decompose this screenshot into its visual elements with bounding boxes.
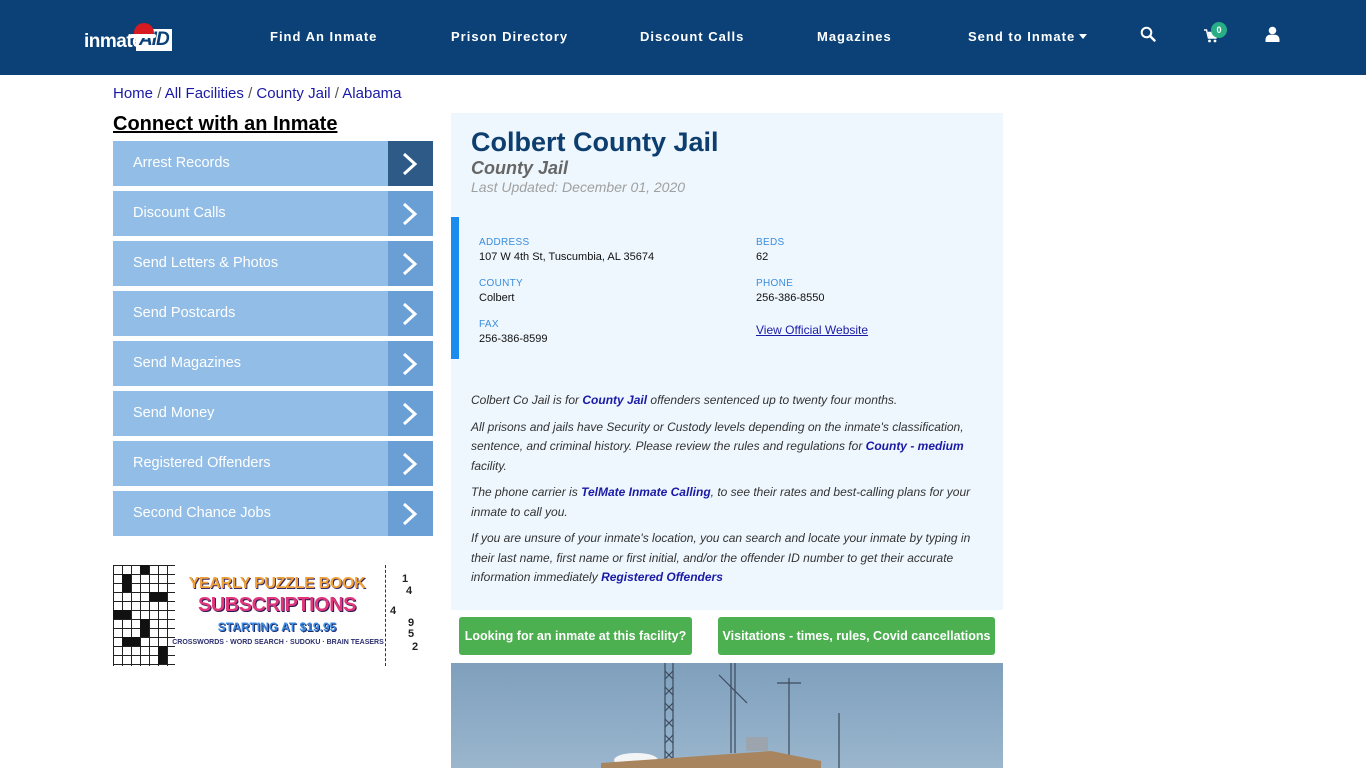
sidebar-item-label: Send Postcards bbox=[133, 305, 236, 321]
chevron-right-icon bbox=[388, 141, 433, 186]
facility-building-illustration bbox=[601, 663, 840, 768]
description-text: facility. bbox=[471, 458, 507, 473]
sidebar-item-label: Registered Offenders bbox=[133, 455, 271, 471]
phone-field: PHONE 256-386-8550 bbox=[756, 278, 825, 304]
sidebar-item-label: Arrest Records bbox=[133, 155, 230, 171]
cart-count-badge: 0 bbox=[1211, 22, 1227, 38]
county-jail-link[interactable]: County Jail bbox=[582, 393, 647, 407]
visitations-button[interactable]: Visitations - times, rules, Covid cancel… bbox=[718, 617, 995, 655]
nav-send-to-inmate[interactable]: Send to Inmate bbox=[968, 29, 1088, 44]
description-text: The phone carrier is bbox=[471, 485, 582, 499]
sudoku-grid-graphic: 1 4 4 9 5 2 bbox=[385, 565, 423, 666]
sidebar-item-send-magazines[interactable]: Send Magazines bbox=[113, 341, 433, 386]
sidebar-item-second-chance-jobs[interactable]: Second Chance Jobs bbox=[113, 491, 433, 536]
santa-hat-trim bbox=[130, 34, 156, 38]
fax-field: FAX 256-386-8599 bbox=[479, 319, 548, 345]
facility-details: ADDRESS 107 W 4th St, Tuscumbia, AL 3567… bbox=[451, 217, 1003, 359]
chevron-right-icon bbox=[388, 241, 433, 286]
breadcrumb-separator: / bbox=[157, 85, 165, 102]
chevron-right-icon bbox=[388, 441, 433, 486]
search-icon bbox=[1140, 26, 1156, 42]
nav-find-an-inmate[interactable]: Find An Inmate bbox=[270, 29, 377, 44]
puzzle-book-ad-banner[interactable]: YEARLY PUZZLE BOOK SUBSCRIPTIONS STARTIN… bbox=[113, 565, 423, 666]
sidebar-item-label: Second Chance Jobs bbox=[133, 505, 271, 521]
official-website-link[interactable]: View Official Website bbox=[756, 323, 868, 337]
last-updated: Last Updated: December 01, 2020 bbox=[471, 179, 686, 195]
facility-photo bbox=[451, 663, 1003, 768]
sudoku-digit: 1 bbox=[402, 573, 409, 585]
website-field: View Official Website bbox=[756, 321, 868, 339]
sidebar-item-label: Discount Calls bbox=[133, 205, 226, 221]
beds-label: BEDS bbox=[756, 237, 785, 248]
address-value: 107 W 4th St, Tuscumbia, AL 35674 bbox=[479, 251, 655, 263]
breadcrumb: Home / All Facilities / County Jail / Al… bbox=[113, 85, 402, 102]
breadcrumb-all-facilities[interactable]: All Facilities bbox=[165, 85, 244, 102]
beds-field: BEDS 62 bbox=[756, 237, 784, 263]
sidebar-item-registered-offenders[interactable]: Registered Offenders bbox=[113, 441, 433, 486]
nav-prison-directory[interactable]: Prison Directory bbox=[451, 29, 568, 44]
site-logo[interactable]: inmate AID bbox=[84, 22, 179, 56]
county-field: COUNTY Colbert bbox=[479, 278, 523, 304]
registered-offenders-link[interactable]: Registered Offenders bbox=[601, 570, 723, 584]
breadcrumb-home[interactable]: Home bbox=[113, 85, 153, 102]
description-paragraph: If you are unsure of your inmate's locat… bbox=[471, 529, 981, 588]
ad-price: STARTING AT $19.95 bbox=[217, 620, 337, 634]
sidebar-item-send-money[interactable]: Send Money bbox=[113, 391, 433, 436]
user-icon bbox=[1265, 26, 1280, 42]
chevron-right-icon bbox=[388, 341, 433, 386]
sidebar-item-label: Send Magazines bbox=[133, 355, 242, 371]
facility-type: County Jail bbox=[471, 158, 569, 178]
address-label: ADDRESS bbox=[479, 237, 530, 248]
sidebar-item-label: Send Letters & Photos bbox=[133, 255, 279, 271]
facility-info-panel: Colbert County Jail County Jail Last Upd… bbox=[451, 113, 1003, 610]
county-label: COUNTY bbox=[479, 278, 524, 289]
chevron-right-icon bbox=[388, 291, 433, 336]
sidebar-menu: Arrest Records Discount Calls Send Lette… bbox=[113, 141, 433, 541]
sudoku-digit: 2 bbox=[412, 641, 419, 653]
sudoku-digit: 4 bbox=[390, 605, 397, 617]
crossword-grid-graphic bbox=[113, 565, 175, 666]
fax-label: FAX bbox=[479, 319, 499, 330]
nav-discount-calls[interactable]: Discount Calls bbox=[640, 29, 744, 44]
description-text: offenders sentenced up to twenty four mo… bbox=[647, 393, 898, 407]
sidebar-item-discount-calls[interactable]: Discount Calls bbox=[113, 191, 433, 236]
ad-tagline: CROSSWORDS · WORD SEARCH · SUDOKU · BRAI… bbox=[172, 639, 384, 646]
chevron-right-icon bbox=[388, 391, 433, 436]
address-field: ADDRESS 107 W 4th St, Tuscumbia, AL 3567… bbox=[479, 237, 654, 263]
sudoku-digit: 4 bbox=[406, 585, 413, 597]
sidebar-item-label: Send Money bbox=[133, 405, 215, 421]
description-paragraph: All prisons and jails have Security or C… bbox=[471, 418, 981, 477]
find-inmate-at-facility-button[interactable]: Looking for an inmate at this facility? bbox=[459, 617, 692, 655]
phone-value: 256-386-8550 bbox=[756, 292, 825, 304]
breadcrumb-alabama[interactable]: Alabama bbox=[342, 85, 401, 102]
description-paragraph: Colbert Co Jail is for County Jail offen… bbox=[471, 391, 981, 411]
search-button[interactable] bbox=[1140, 26, 1160, 46]
description-paragraph: The phone carrier is TelMate Inmate Call… bbox=[471, 483, 981, 522]
ad-title: SUBSCRIPTIONS bbox=[198, 594, 356, 616]
description-text: Colbert Co Jail is for bbox=[471, 393, 583, 407]
phone-label: PHONE bbox=[756, 278, 794, 289]
beds-value: 62 bbox=[756, 251, 769, 263]
security-level-link[interactable]: County - medium bbox=[866, 439, 964, 453]
facility-name: Colbert County Jail bbox=[471, 127, 719, 157]
sudoku-digit: 5 bbox=[408, 628, 415, 640]
chevron-right-icon bbox=[388, 191, 433, 236]
sidebar-item-send-letters-photos[interactable]: Send Letters & Photos bbox=[113, 241, 433, 286]
caret-down-icon bbox=[1079, 34, 1088, 39]
facility-description: Colbert Co Jail is for County Jail offen… bbox=[471, 391, 981, 595]
breadcrumb-county-jail[interactable]: County Jail bbox=[256, 85, 330, 102]
nav-send-to-inmate-label: Send to Inmate bbox=[968, 29, 1076, 44]
account-button[interactable] bbox=[1265, 26, 1285, 46]
sidebar-item-send-postcards[interactable]: Send Postcards bbox=[113, 291, 433, 336]
top-navbar: inmate AID Find An Inmate Prison Directo… bbox=[0, 0, 1366, 75]
sidebar-title: Connect with an Inmate bbox=[113, 113, 338, 135]
fax-value: 256-386-8599 bbox=[479, 333, 548, 345]
sidebar-item-arrest-records[interactable]: Arrest Records bbox=[113, 141, 433, 186]
ad-headline: YEARLY PUZZLE BOOK bbox=[188, 575, 366, 592]
chevron-right-icon bbox=[388, 491, 433, 536]
nav-magazines[interactable]: Magazines bbox=[817, 29, 892, 44]
phone-carrier-link[interactable]: TelMate Inmate Calling bbox=[581, 485, 711, 499]
county-value: Colbert bbox=[479, 292, 515, 304]
